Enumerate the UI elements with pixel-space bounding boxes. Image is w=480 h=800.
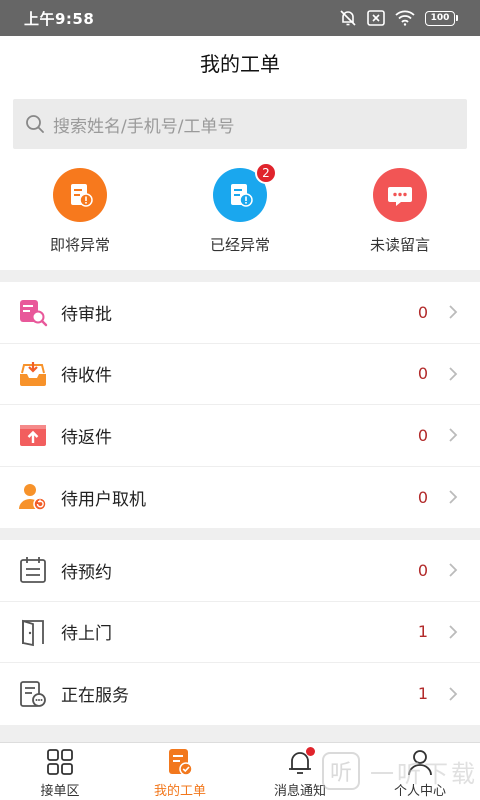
battery-level: 100: [425, 10, 455, 26]
quick-action-unread-messages[interactable]: 未读留言: [320, 162, 480, 270]
list-item-count: 1: [417, 684, 428, 704]
battery-icon: 100: [425, 10, 458, 26]
no-sim-icon: [367, 10, 385, 26]
tab-label: 接单区: [40, 784, 80, 799]
tab-order-hall[interactable]: 接单区: [0, 743, 120, 800]
chevron-right-icon: [449, 625, 458, 639]
list-item-count: 1: [417, 622, 428, 642]
list-item-label: 正在服务: [61, 686, 129, 707]
notification-badge: 2: [255, 162, 277, 184]
list-item-pending-return[interactable]: 待返件 0: [0, 405, 480, 467]
tab-label: 消息通知: [273, 784, 326, 799]
list-item-count: 0: [417, 302, 428, 322]
list-item-label: 待预约: [61, 562, 112, 583]
grid-icon: [45, 747, 75, 777]
status-time: 上午9:58: [24, 9, 95, 28]
chevron-right-icon: [449, 687, 458, 701]
watermark-logo: 听: [322, 752, 360, 790]
inbox-download-icon: [18, 359, 48, 389]
quick-action-label: 未读留言: [369, 236, 430, 254]
list-item-in-service[interactable]: 正在服务 1: [0, 663, 480, 725]
tab-label: 我的工单: [153, 784, 206, 799]
list-item-pending-appointment[interactable]: 待预约 0: [0, 540, 480, 602]
user-return-icon: [18, 482, 48, 512]
search-input[interactable]: 搜索姓名/手机号/工单号: [13, 99, 467, 149]
message-bubble-icon: [373, 168, 427, 222]
list-item-label: 待审批: [61, 304, 112, 325]
list-item-pending-onsite-visit[interactable]: 待上门 1: [0, 602, 480, 663]
chevron-right-icon: [449, 563, 458, 577]
quick-action-label: 即将异常: [49, 236, 110, 254]
chevron-right-icon: [449, 428, 458, 442]
tab-my-orders[interactable]: 我的工单: [120, 743, 240, 800]
chevron-right-icon: [449, 490, 458, 504]
watermark-text: 一听下载: [370, 759, 478, 788]
work-order-warning-icon: [53, 168, 107, 222]
list-item-count: 0: [417, 487, 428, 507]
bell-icon: [285, 747, 315, 777]
list-item-label: 待收件: [61, 366, 112, 387]
quick-action-already-abnormal[interactable]: 2 已经异常: [160, 162, 320, 270]
list-item-pending-approval[interactable]: 待审批 0: [0, 282, 480, 344]
page-title: 我的工单: [200, 51, 280, 76]
work-order-check-icon: [165, 747, 195, 777]
chevron-right-icon: [449, 367, 458, 381]
review-search-icon: [18, 297, 48, 327]
status-icons: 100: [339, 9, 458, 27]
calendar-icon: [18, 555, 48, 585]
wifi-icon: [395, 10, 415, 26]
list-item-count: 0: [417, 425, 428, 445]
watermark: 听 一听下载: [322, 752, 478, 790]
mute-bell-icon: [340, 10, 356, 26]
list-item-pending-receipt[interactable]: 待收件 0: [0, 344, 480, 405]
service-doc-icon: [18, 679, 48, 709]
door-icon: [18, 617, 48, 647]
search-icon: [26, 115, 44, 133]
quick-action-about-to-be-abnormal[interactable]: 即将异常: [0, 162, 160, 270]
chevron-right-icon: [449, 305, 458, 319]
status-bar: 上午9:58 100: [0, 0, 480, 36]
quick-action-label: 已经异常: [209, 236, 270, 254]
list-item-count: 0: [417, 364, 428, 384]
search-placeholder: 搜索姓名/手机号/工单号: [53, 116, 235, 137]
order-status-list-1: 待审批 0 待收件 0 待返件 0 待用户取机 0: [0, 282, 480, 528]
box-upload-icon: [18, 420, 48, 450]
search-section: 搜索姓名/手机号/工单号: [0, 88, 480, 162]
list-item-label: 待上门: [61, 624, 112, 645]
list-item-count: 0: [417, 560, 428, 580]
list-item-label: 待返件: [61, 427, 112, 448]
unread-dot: [306, 747, 315, 756]
list-item-pending-user-pickup[interactable]: 待用户取机 0: [0, 467, 480, 529]
page-header: 我的工单: [0, 36, 480, 88]
list-item-label: 待用户取机: [61, 489, 146, 510]
work-order-warning-icon: 2: [213, 162, 277, 222]
quick-actions: 即将异常 2 已经异常 未读留言: [0, 162, 480, 270]
order-status-list-2: 待预约 0 待上门 1 正在服务 1: [0, 540, 480, 725]
